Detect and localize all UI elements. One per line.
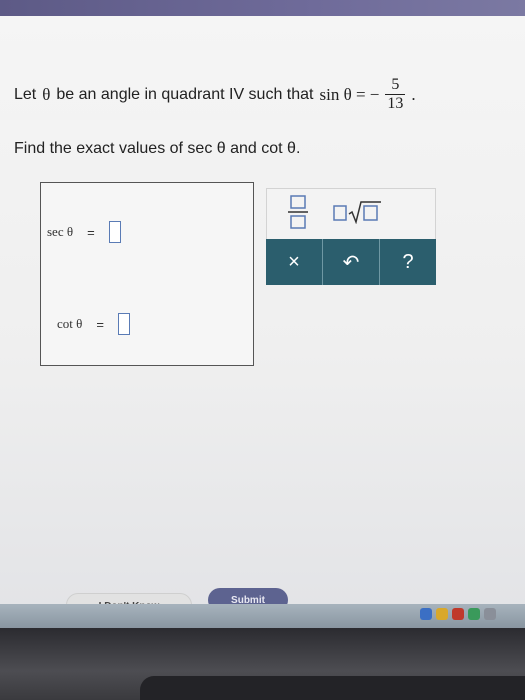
sqrt-template-icon: [333, 200, 381, 224]
monitor-stand: [140, 676, 525, 700]
app-icon[interactable]: [468, 608, 480, 620]
close-icon: ×: [288, 250, 300, 273]
cot-equals: =: [96, 316, 104, 332]
help-icon: ?: [402, 250, 414, 273]
toolpad-actions: × ↶ ?: [266, 239, 436, 285]
toolpad-templates: [266, 188, 436, 239]
app-icon[interactable]: [436, 608, 448, 620]
cot-label: cot θ: [57, 316, 83, 331]
cot-answer-row: cot θ =: [57, 313, 130, 335]
fraction-template-icon: [288, 194, 308, 229]
undo-button[interactable]: ↶: [323, 239, 380, 285]
undo-icon: ↶: [342, 251, 360, 274]
answer-box: sec θ = cot θ =: [40, 182, 254, 366]
taskbar-icons: [420, 608, 496, 620]
sec-answer-row: sec θ =: [47, 221, 121, 243]
sqrt-template-button[interactable]: [333, 200, 383, 229]
fraction-numerator: 5: [391, 76, 400, 93]
app-icon[interactable]: [420, 608, 432, 620]
app-icon[interactable]: [452, 608, 464, 620]
problem-instruction: Find the exact values of sec θ and cot θ…: [14, 140, 301, 157]
top-window-strip: [0, 0, 525, 16]
sec-label: sec θ: [47, 224, 74, 239]
math-toolpad: × ↶ ?: [266, 188, 436, 285]
fraction-template-button[interactable]: [287, 194, 309, 235]
problem-middle: be an angle in quadrant IV such that: [56, 85, 314, 103]
sec-equals: =: [87, 224, 95, 240]
problem-prefix: Let: [14, 85, 37, 103]
theta-symbol: θ: [42, 84, 51, 104]
sin-expression: sin θ = −: [319, 84, 380, 104]
question-screen: Let θ be an angle in quadrant IV such th…: [0, 16, 525, 628]
help-button[interactable]: ?: [380, 239, 436, 285]
clear-button[interactable]: ×: [266, 239, 323, 285]
app-icon[interactable]: [484, 608, 496, 620]
period: .: [411, 84, 416, 104]
problem-statement: Let θ be an angle in quadrant IV such th…: [14, 76, 416, 113]
sec-input[interactable]: [108, 221, 121, 243]
cot-input[interactable]: [117, 313, 130, 335]
fraction-denominator: 13: [387, 95, 404, 112]
fraction: 5 13: [385, 76, 406, 113]
